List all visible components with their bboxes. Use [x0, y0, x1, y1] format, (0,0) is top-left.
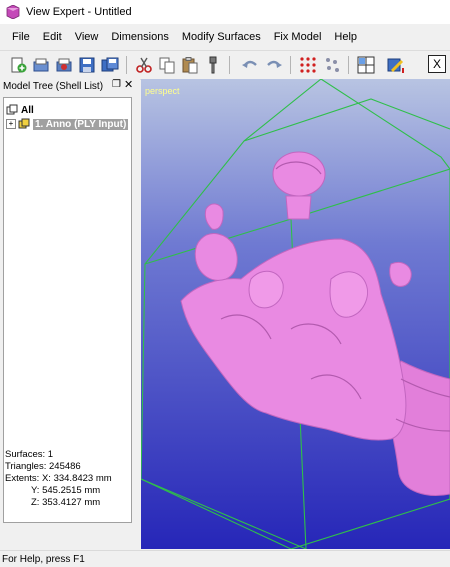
redo-icon — [267, 60, 282, 68]
menu-bar: File Edit View Dimensions Modify Surface… — [0, 27, 450, 47]
status-bar: For Help, press F1 — [0, 550, 450, 567]
points-grid-button[interactable] — [298, 55, 318, 75]
toolbar-separator — [290, 56, 291, 74]
edit-pencil-button[interactable] — [386, 55, 406, 75]
shell-icon — [6, 104, 18, 115]
fix-button[interactable] — [203, 55, 223, 75]
paste-icon — [182, 57, 198, 74]
panel-title: Model Tree (Shell List) — [3, 80, 104, 92]
expand-icon[interactable]: + — [6, 119, 16, 129]
model-tree-panel: Model Tree (Shell List) ❐ ✕ All + 1. Ann… — [0, 79, 140, 549]
panel-close-icon[interactable]: ✕ — [124, 78, 133, 91]
close-x-button[interactable]: X — [428, 55, 446, 73]
3d-viewport[interactable]: perspect — [141, 79, 450, 549]
view-layout-icon — [357, 56, 375, 74]
paste-button[interactable] — [180, 55, 200, 75]
new-button[interactable] — [8, 55, 28, 75]
toolbar: X — [0, 50, 450, 80]
model-render — [141, 79, 450, 549]
menu-fix-model[interactable]: Fix Model — [268, 31, 328, 43]
menu-edit[interactable]: Edit — [37, 31, 68, 43]
panel-header: Model Tree (Shell List) ❐ ✕ — [0, 79, 140, 93]
save-icon — [79, 57, 95, 73]
tree-root-label: All — [21, 104, 34, 116]
toolbar-separator — [126, 56, 127, 74]
points-scatter-icon — [326, 58, 339, 72]
extents-z: Z: 353.4127 mm — [31, 497, 101, 508]
window-title: View Expert - Untitled — [26, 6, 132, 18]
menu-file[interactable]: File — [6, 31, 36, 43]
carved-model — [180, 151, 450, 496]
viewport-label: perspect — [145, 86, 180, 96]
status-text: For Help, press F1 — [2, 553, 85, 565]
close-x-icon: X — [432, 57, 441, 71]
menu-help[interactable]: Help — [328, 31, 363, 43]
title-bar: View Expert - Untitled — [0, 0, 450, 24]
import-icon — [56, 58, 72, 72]
app-icon — [6, 5, 20, 19]
tree-item[interactable]: + 1. Anno (PLY Input) — [6, 117, 129, 131]
save-all-button[interactable] — [100, 55, 120, 75]
save-button[interactable] — [77, 55, 97, 75]
extents-y: Y: 545.2515 mm — [31, 485, 101, 496]
extents-x: Extents: X: 334.8423 mm — [5, 473, 112, 484]
undo-icon — [242, 60, 257, 68]
cut-icon — [136, 57, 152, 73]
edit-pencil-icon — [387, 58, 404, 73]
menu-dimensions[interactable]: Dimensions — [105, 31, 174, 43]
copy-button[interactable] — [157, 55, 177, 75]
save-all-icon — [101, 57, 119, 72]
tree-item-label: 1. Anno (PLY Input) — [33, 118, 129, 130]
triangles-count: Triangles: 245486 — [5, 461, 81, 472]
menu-view[interactable]: View — [69, 31, 105, 43]
points-scatter-button[interactable] — [322, 55, 342, 75]
view-layout-button[interactable] — [356, 55, 376, 75]
open-button[interactable] — [31, 55, 51, 75]
shell-icon — [18, 118, 30, 129]
surfaces-count: Surfaces: 1 — [5, 449, 54, 460]
toolbar-separator — [229, 56, 230, 74]
tree-root[interactable]: All — [6, 103, 34, 117]
new-icon — [11, 57, 27, 73]
cut-button[interactable] — [134, 55, 154, 75]
points-grid-icon — [300, 57, 316, 73]
open-icon — [33, 58, 49, 72]
copy-icon — [159, 57, 175, 74]
pin-icon[interactable]: ❐ — [112, 79, 121, 90]
model-stats: Surfaces: 1 Triangles: 245486 Extents: X… — [5, 449, 112, 509]
undo-button[interactable] — [240, 55, 260, 75]
fix-icon — [209, 56, 217, 74]
menu-modify-surfaces[interactable]: Modify Surfaces — [176, 31, 267, 43]
import-button[interactable] — [54, 55, 74, 75]
toolbar-separator — [348, 56, 349, 74]
redo-button[interactable] — [264, 55, 284, 75]
